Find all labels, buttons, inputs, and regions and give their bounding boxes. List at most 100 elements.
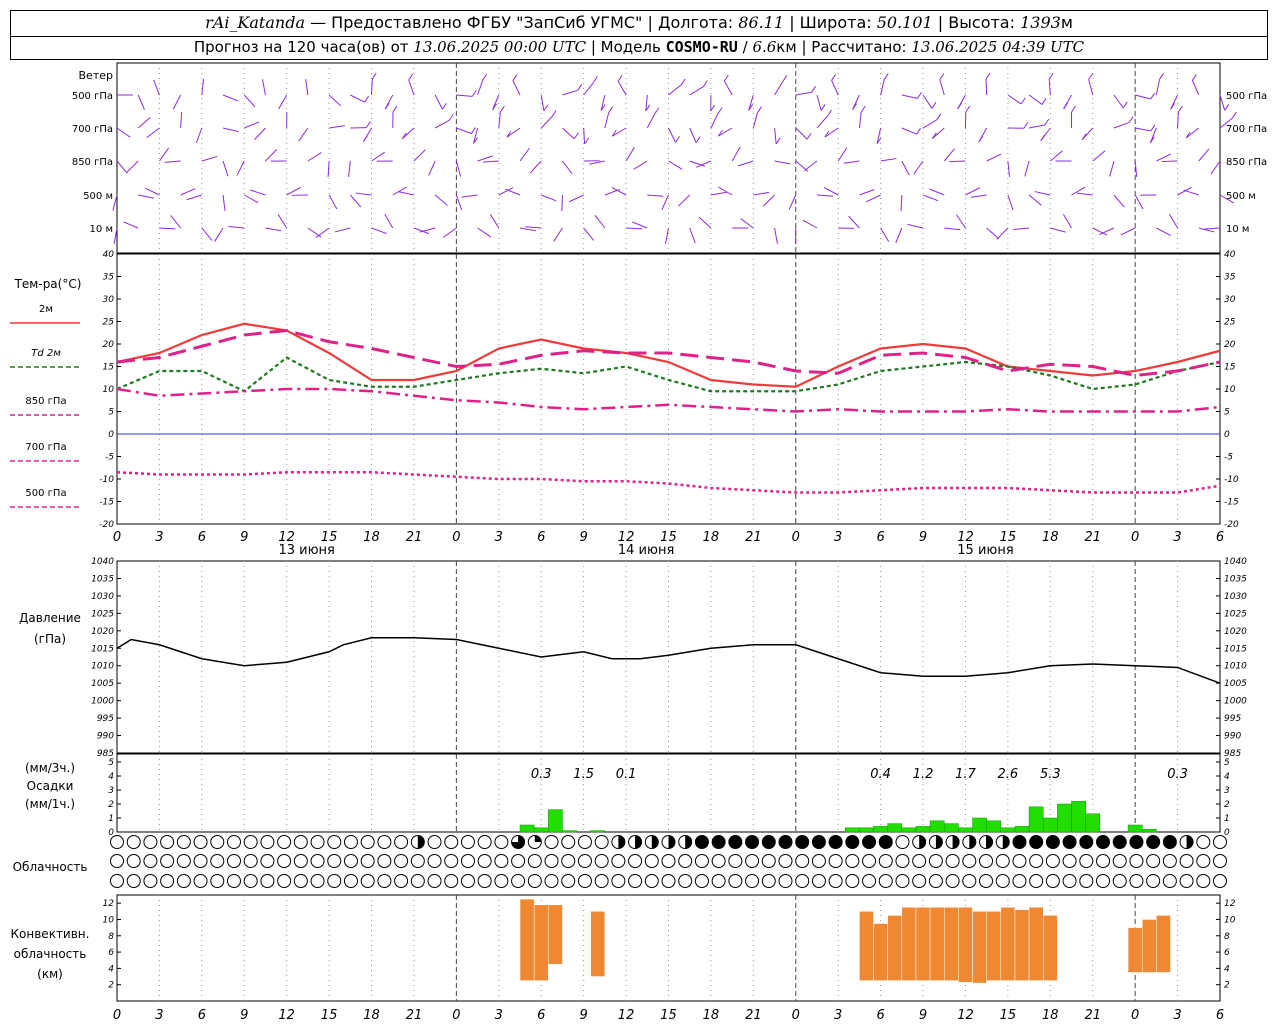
wind-barb: [1088, 79, 1094, 96]
wind-barb: [1076, 192, 1093, 196]
cloud-fill: [695, 835, 709, 849]
wind-barb: [824, 127, 839, 138]
cloud-symbol: [343, 854, 358, 868]
wind-barb: [929, 188, 945, 196]
wind-level-label-right: 700 гПа: [1226, 124, 1267, 135]
wind-barb-feather: [827, 109, 832, 117]
press-ytick-label-right: 990: [1224, 732, 1241, 742]
cloud-symbol: [243, 874, 258, 888]
conv-cloud-bar: [915, 906, 931, 981]
wind-barb: [837, 147, 848, 162]
wind-panel: 500 гПа 500 гПа 700 гПа 700 гПа 850 гПа 850 г…: [72, 62, 1267, 254]
wind-barb: [625, 147, 635, 162]
cloud-symbol: [979, 854, 994, 868]
temp-xtick-label: 21: [1084, 530, 1101, 545]
conv-xtick-label: 3: [1173, 1008, 1181, 1023]
wind-barb-feather: [1071, 105, 1076, 113]
cloud-symbol: [394, 835, 409, 849]
conv-cloud-bar: [590, 911, 606, 977]
cloud-symbol: [343, 874, 358, 888]
cloud-symbol: [912, 874, 927, 888]
cloud-symbol: [243, 854, 258, 868]
wind-barb: [180, 112, 183, 129]
wind-barb: [880, 79, 885, 96]
wind-barb: [334, 227, 351, 233]
wind-barb: [1113, 194, 1125, 208]
temp-legend-label: 2м: [39, 304, 53, 315]
cloud-fill-half: [635, 835, 642, 849]
cloud-symbol: [226, 835, 241, 849]
cloud-symbol: [862, 874, 877, 888]
temp-ytick-label-right: -20: [1224, 520, 1239, 530]
wind-barb: [1155, 79, 1161, 96]
conv-xtick-label: 15: [321, 1008, 338, 1023]
cloud-symbol: [210, 854, 225, 868]
wind-barb: [298, 127, 309, 142]
cloud-symbol: [878, 854, 893, 868]
temp-xtick-label: 0: [452, 530, 460, 545]
wind-barb: [723, 80, 733, 96]
wind-barb-feather: [1224, 104, 1230, 111]
temp-ytick-label-right: 20: [1224, 340, 1236, 350]
cloud-symbol: [995, 874, 1010, 888]
wind-barb: [153, 79, 160, 96]
wind-barb: [1048, 79, 1051, 96]
wind-barb: [413, 227, 430, 235]
wind-barb: [985, 78, 988, 96]
meteogram: 500 гПа 500 гПа 700 гПа 700 гПа 850 гПа 850 г…: [10, 62, 1267, 1023]
cloud-symbol: [1112, 874, 1127, 888]
temp-ytick-label-right: 15: [1224, 363, 1236, 373]
temp-ytick-label-right: 0: [1224, 430, 1230, 440]
cloud-symbol: [327, 874, 342, 888]
wind-barb: [348, 160, 351, 177]
wind-barb: [816, 115, 828, 129]
wind-barb: [519, 227, 536, 232]
cloud-symbol: [110, 854, 124, 868]
wind-barb: [1007, 194, 1014, 211]
wind-barb: [1113, 94, 1124, 109]
cloud-fill: [862, 835, 876, 849]
cloud-fill: [1113, 835, 1127, 849]
wind-barb: [126, 160, 139, 173]
cloud-symbol: [327, 835, 342, 849]
wind-barb: [661, 194, 669, 210]
cloud-fill: [1096, 835, 1110, 849]
cloud-symbol: [1079, 854, 1094, 868]
temp-ytick-label-right: 35: [1224, 273, 1236, 283]
conv-xtick-label: 6: [1216, 1008, 1224, 1023]
conv-xtick-label: 3: [834, 1008, 842, 1023]
press-ytick-label-right: 1020: [1224, 627, 1247, 637]
wind-barb: [752, 112, 759, 129]
cloud-symbol: [444, 854, 459, 868]
conv-cloud-bar: [1014, 909, 1030, 981]
cloud-symbol: [962, 874, 977, 888]
temp-ytick-label-right: 40: [1224, 250, 1236, 260]
wind-barb: [774, 127, 777, 144]
precip-ytick-label-right: 3: [1224, 786, 1230, 796]
precipitation-panel: 5 54 43 32 21 10 00.3 1.5 0.1 0.4 1.2 1.7 2.6 5.3 0.3: [108, 753, 1230, 838]
precip-bar: [859, 827, 874, 833]
cloud-symbol: [1213, 854, 1227, 868]
cloud-symbol: [1213, 835, 1227, 849]
precip-sum-label: 0.4: [870, 767, 891, 782]
wind-barb: [512, 80, 521, 96]
cloud-fill: [745, 835, 759, 849]
wind-barb: [865, 194, 881, 203]
wind-barb: [913, 160, 924, 175]
wind-barb: [1120, 227, 1136, 236]
cloud-symbol: [962, 854, 977, 868]
wind-barb: [329, 125, 346, 129]
wind-barb-feather: [820, 104, 826, 111]
temp-legend-label: 850 гПа: [25, 396, 66, 407]
cloud-symbol: [143, 874, 158, 888]
cloud-symbol: [410, 854, 425, 868]
cloud-symbol: [928, 854, 943, 868]
wind-barb-feather: [471, 90, 477, 97]
wind-barb: [795, 91, 812, 96]
cloud-symbol: [260, 835, 275, 849]
conv-xtick-label: 3: [495, 1008, 503, 1023]
wind-barb: [477, 79, 484, 96]
cloud-symbol: [193, 835, 208, 849]
wind-barb: [1034, 191, 1051, 196]
wind-barb: [350, 94, 365, 103]
